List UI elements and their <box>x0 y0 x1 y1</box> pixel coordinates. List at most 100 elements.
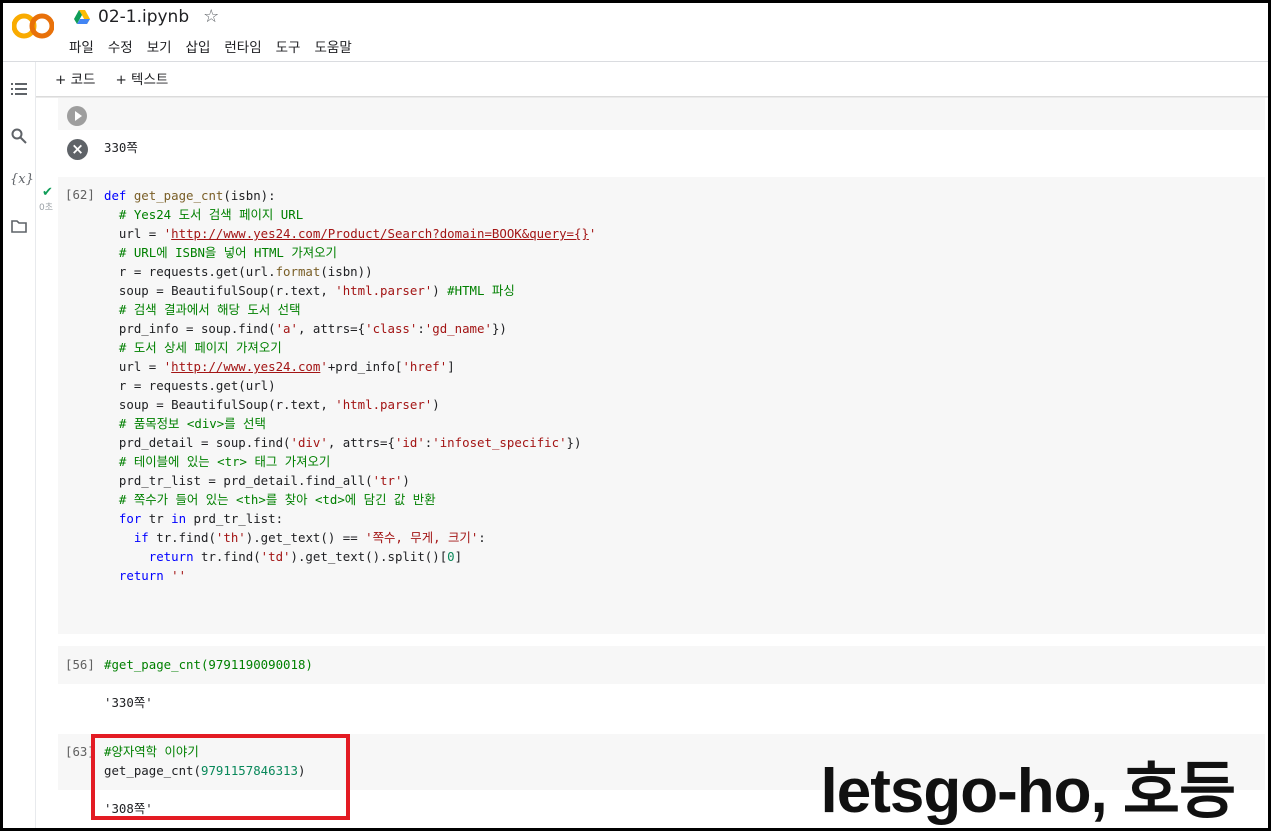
code-token: 'tr' <box>372 473 403 488</box>
code-token: ' <box>588 226 597 241</box>
code-line: # 품목정보 <div>를 선택 <box>104 414 596 433</box>
variables-icon[interactable]: {x} <box>10 172 34 190</box>
code-token: }) <box>491 321 507 336</box>
code-cell-previous[interactable] <box>58 98 1265 130</box>
code-token: in <box>171 511 194 526</box>
menu-insert[interactable]: 삽입 <box>186 36 211 56</box>
code-token: get_page_cnt <box>133 188 224 203</box>
code-token: return <box>148 549 201 564</box>
code-token: ] <box>447 359 455 374</box>
code-token: 'href' <box>402 359 448 374</box>
clear-output-icon[interactable]: × <box>67 139 88 160</box>
sidebar-divider <box>35 62 36 828</box>
code-line: soup = BeautifulSoup(r.text, 'html.parse… <box>104 395 596 414</box>
code-token: # 테이블에 있는 <tr> 태그 가져오기 <box>118 454 331 469</box>
colab-logo[interactable] <box>11 10 55 42</box>
star-icon[interactable]: ☆ <box>203 6 219 27</box>
code-token: return <box>118 568 172 583</box>
menu-help[interactable]: 도움말 <box>314 36 351 56</box>
code-token: (isbn)) <box>320 264 373 279</box>
code-line: r = requests.get(url.format(isbn)) <box>104 262 596 281</box>
code-token: 'id' <box>394 435 425 450</box>
code-editor-62[interactable]: def get_page_cnt(isbn): # Yes24 도서 검색 페이… <box>104 186 596 585</box>
code-token: for <box>118 511 149 526</box>
highlight-box <box>91 734 350 820</box>
code-line: # 쪽수가 들어 있는 <th>를 찾아 <td>에 담긴 값 반환 <box>104 490 596 509</box>
code-token: if <box>133 530 157 545</box>
success-check-icon: ✔ <box>42 185 53 200</box>
watermark-text: letsgo-ho, 호등 <box>820 757 1236 826</box>
code-token: ) <box>402 473 410 488</box>
code-token: '' <box>171 568 187 583</box>
code-line: return '' <box>104 566 596 585</box>
code-line: url = 'http://www.yes24.com'+prd_info['h… <box>104 357 596 376</box>
code-token: ] <box>454 549 463 564</box>
code-token: def <box>104 188 134 203</box>
code-line: def get_page_cnt(isbn): <box>104 186 596 205</box>
toc-icon[interactable] <box>10 82 28 100</box>
code-token: 'html.parser' <box>335 397 433 412</box>
notebook-title[interactable]: 02-1.ipynb <box>98 7 189 27</box>
add-text-button[interactable]: + 텍스트 <box>115 68 168 88</box>
folder-icon[interactable] <box>10 220 28 238</box>
code-token: 'gd_name' <box>424 321 492 336</box>
code-token: (isbn): <box>223 188 276 203</box>
code-line: # 테이블에 있는 <tr> 태그 가져오기 <box>104 452 596 471</box>
menu-view[interactable]: 보기 <box>147 36 172 56</box>
menu-tools[interactable]: 도구 <box>276 36 301 56</box>
title-row: 02-1.ipynb ☆ <box>74 6 219 27</box>
code-token: : <box>417 321 425 336</box>
code-token[interactable]: http://www.yes24.com <box>171 359 320 374</box>
code-token: '쪽수, 무게, 크기' <box>365 530 479 545</box>
execution-count: [56] <box>65 657 95 672</box>
code-token: ) <box>432 397 440 412</box>
code-token: prd_tr_list: <box>193 511 284 526</box>
code-token: 0 <box>447 549 455 564</box>
code-line: # Yes24 도서 검색 페이지 URL <box>104 205 596 224</box>
google-drive-icon <box>74 9 90 24</box>
code-line: url = 'http://www.yes24.com/Product/Sear… <box>104 224 596 243</box>
code-token: # 도서 상세 페이지 가져오기 <box>118 340 282 355</box>
menu-file[interactable]: 파일 <box>69 36 94 56</box>
code-token: prd_info = soup.find( <box>104 321 276 336</box>
code-token: #HTML 파싱 <box>447 283 515 298</box>
code-comment: #get_page_cnt(9791190090018) <box>104 657 313 672</box>
search-icon[interactable] <box>10 128 28 146</box>
code-line: prd_tr_list = prd_detail.find_all('tr') <box>104 471 596 490</box>
code-line: return tr.find('td').get_text().split()[… <box>104 547 596 566</box>
cell-output: '330쪽' <box>104 695 153 710</box>
code-token: r = requests.get(url) <box>104 378 276 393</box>
code-token: 'div' <box>290 435 328 450</box>
execution-time: 0초 <box>39 203 54 213</box>
code-token: # URL에 ISBN을 넣어 HTML 가져오기 <box>118 245 337 260</box>
code-token: 'th' <box>215 530 246 545</box>
menu-runtime[interactable]: 런타임 <box>224 36 261 56</box>
code-token: # Yes24 도서 검색 페이지 URL <box>118 207 304 222</box>
cell-output: 330쪽 <box>104 140 138 155</box>
code-editor-56[interactable]: #get_page_cnt(9791190090018) <box>104 655 313 674</box>
code-line: # 도서 상세 페이지 가져오기 <box>104 338 596 357</box>
code-line: if tr.find('th').get_text() == '쪽수, 무게, … <box>104 528 596 547</box>
code-token: format <box>275 264 321 279</box>
code-token: ' <box>320 359 328 374</box>
code-line: prd_detail = soup.find('div', attrs={'id… <box>104 433 596 452</box>
code-token: 'class' <box>365 321 418 336</box>
menu-edit[interactable]: 수정 <box>108 36 133 56</box>
notebook-toolbar: + 코드 + 텍스트 <box>55 68 168 88</box>
header-divider <box>3 61 1268 62</box>
add-code-button[interactable]: + 코드 <box>55 68 95 88</box>
code-token: 'html.parser' <box>335 283 433 298</box>
code-token[interactable]: http://www.yes24.com/Product/Search?doma… <box>171 226 589 241</box>
code-token: soup = BeautifulSoup(r.text, <box>104 397 336 412</box>
code-token: # 검색 결과에서 해당 도서 선택 <box>118 302 301 317</box>
run-cell-button[interactable] <box>67 106 87 126</box>
code-token: : <box>478 530 486 545</box>
code-line: prd_info = soup.find('a', attrs={'class'… <box>104 319 596 338</box>
code-token: ) <box>432 283 448 298</box>
code-line: # 검색 결과에서 해당 도서 선택 <box>104 300 596 319</box>
